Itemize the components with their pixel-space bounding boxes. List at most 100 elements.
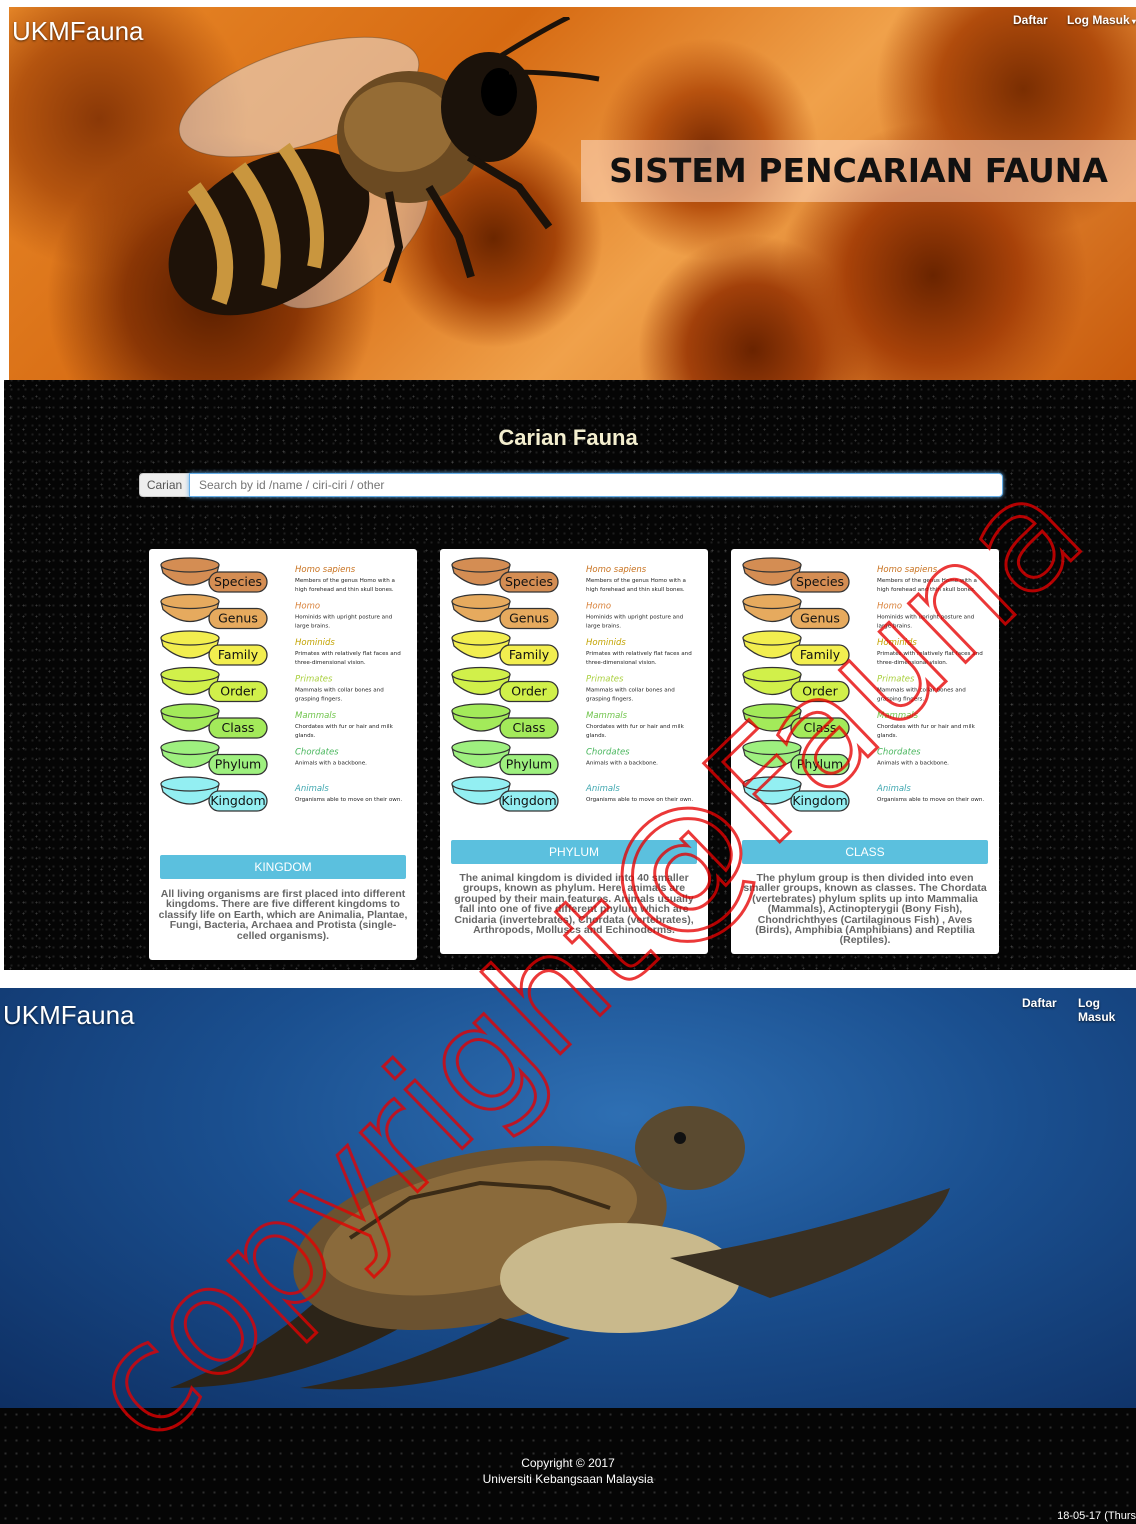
taxonomy-level-family: Family Hominids Primates with relatively f… xyxy=(451,630,692,666)
example-desc: grasping fingers. xyxy=(586,697,633,703)
level-label: Genus xyxy=(800,611,840,626)
example-name: Homo xyxy=(586,602,611,612)
example-desc: Chordates with fur or hair and milk xyxy=(586,724,685,730)
example-desc: Organisms able to move on their own. xyxy=(586,797,693,803)
example-desc: high forehead and thin skull bones. xyxy=(295,587,394,593)
example-desc: large brains. xyxy=(586,624,621,630)
taxonomy-diagram: Species Homo sapiens Members of the genus … xyxy=(160,557,402,812)
example-desc: high forehead and thin skull bones. xyxy=(877,587,976,593)
phylum-button[interactable]: PHYLUM xyxy=(451,840,697,864)
level-label: Genus xyxy=(218,611,258,626)
level-label: Order xyxy=(802,684,838,699)
funnel-rim xyxy=(742,776,802,792)
example-desc: Primates with relatively flat faces and xyxy=(295,651,401,657)
example-desc: Members of the genus Homo with a xyxy=(877,578,977,584)
taxonomy-level-species: Species Homo sapiens Members of the genus … xyxy=(742,557,977,593)
example-name: Hominids xyxy=(295,638,335,648)
example-desc: Primates with relatively flat faces and xyxy=(586,651,692,657)
card-description: All living organisms are first placed in… xyxy=(158,888,408,942)
search-group: Carian xyxy=(139,473,1003,497)
kingdom-button[interactable]: KINGDOM xyxy=(160,855,406,879)
example-desc: glands. xyxy=(295,733,316,739)
funnel-rim xyxy=(451,630,511,646)
taxonomy-level-phylum: Phylum Chordates Animals with a backbone. xyxy=(742,739,949,776)
example-desc: grasping fingers. xyxy=(877,697,924,703)
level-label: Kingdom xyxy=(210,793,265,808)
taxonomy-level-phylum: Phylum Chordates Animals with a backbone. xyxy=(160,739,367,776)
funnel-rim xyxy=(742,557,802,573)
example-name: Mammals xyxy=(586,711,628,721)
example-desc: Mammals with collar bones and xyxy=(877,688,966,694)
card-class: Species Homo sapiens Members of the genus … xyxy=(731,549,999,954)
example-desc: Hominids with upright posture and xyxy=(877,615,975,621)
taxonomy-level-class: Class Mammals Chordates with fur or hair a… xyxy=(160,703,394,739)
example-name: Chordates xyxy=(586,748,630,758)
example-name: Primates xyxy=(295,675,333,685)
example-name: Primates xyxy=(586,675,624,685)
example-desc: Hominids with upright posture and xyxy=(586,615,684,621)
example-desc: glands. xyxy=(586,733,607,739)
funnel-rim xyxy=(160,666,220,683)
example-desc: Hominids with upright posture and xyxy=(295,615,393,621)
level-label: Kingdom xyxy=(792,793,847,808)
funnel-rim xyxy=(451,557,511,573)
taxonomy-level-family: Family Hominids Primates with relatively f… xyxy=(742,630,983,666)
funnel-rim xyxy=(160,557,220,573)
funnel-rim xyxy=(160,739,220,756)
funnel-rim xyxy=(160,703,220,719)
example-name: Homo sapiens xyxy=(877,565,938,575)
level-label: Class xyxy=(222,720,255,735)
example-desc: high forehead and thin skull bones. xyxy=(586,587,685,593)
taxonomy-level-kingdom: Kingdom Animals Organisms able to move on … xyxy=(160,776,402,812)
level-label: Order xyxy=(511,684,547,699)
funnel-rim xyxy=(451,593,511,610)
caret-down-icon: ▾ xyxy=(1129,17,1136,26)
funnel-rim xyxy=(451,776,511,792)
funnel-rim xyxy=(451,739,511,756)
level-label: Family xyxy=(509,647,550,662)
class-button[interactable]: CLASS xyxy=(742,840,988,864)
example-name: Homo sapiens xyxy=(295,565,356,575)
taxonomy-level-genus: Genus Homo Hominids with upright posture a… xyxy=(742,593,975,630)
funnel-rim xyxy=(742,630,802,646)
example-desc: Chordates with fur or hair and milk xyxy=(877,724,976,730)
search-input[interactable] xyxy=(189,473,1003,497)
example-desc: Members of the genus Homo with a xyxy=(586,578,686,584)
level-label: Species xyxy=(214,574,262,589)
example-desc: Organisms able to move on their own. xyxy=(877,797,984,803)
card-description: The phylum group is then divided into ev… xyxy=(743,872,987,947)
example-desc: Mammals with collar bones and xyxy=(295,688,384,694)
example-name: Hominids xyxy=(586,638,626,648)
brand-logo[interactable]: UKMFauna xyxy=(12,16,144,47)
turtle-illustration xyxy=(170,1106,950,1390)
bee-illustration xyxy=(168,17,600,316)
card-kingdom: Species Homo sapiens Members of the genus … xyxy=(149,549,417,960)
example-desc: large brains. xyxy=(877,624,912,630)
example-desc: Animals with a backbone. xyxy=(877,761,949,767)
funnel-rim xyxy=(160,776,220,792)
taxonomy-level-family: Family Hominids Primates with relatively f… xyxy=(160,630,401,666)
nav-log-masuk-label: Log Masuk xyxy=(1067,13,1130,27)
brand-logo-2[interactable]: UKMFauna xyxy=(3,1000,135,1031)
level-label: Class xyxy=(804,720,837,735)
taxonomy-level-species: Species Homo sapiens Members of the genus … xyxy=(451,557,686,593)
level-label: Order xyxy=(220,684,256,699)
taxonomy-level-genus: Genus Homo Hominids with upright posture a… xyxy=(160,593,393,630)
example-name: Primates xyxy=(877,675,915,685)
search-section-title: Carian Fauna xyxy=(498,425,638,450)
example-name: Mammals xyxy=(877,711,919,721)
footer-copyright: Copyright © 2017 xyxy=(521,1456,615,1470)
example-desc: three-dimensional vision. xyxy=(295,660,366,666)
level-label: Family xyxy=(218,647,259,662)
example-desc: Primates with relatively flat faces and xyxy=(877,651,983,657)
example-desc: Organisms able to move on their own. xyxy=(295,797,402,803)
level-label: Species xyxy=(796,574,844,589)
example-desc: three-dimensional vision. xyxy=(586,660,657,666)
nav-daftar[interactable]: Daftar xyxy=(1013,13,1048,27)
nav-daftar-2[interactable]: Daftar xyxy=(1022,996,1057,1010)
example-desc: Animals with a backbone. xyxy=(295,761,367,767)
nav-log-masuk-2[interactable]: Log Masuk xyxy=(1078,996,1136,1024)
taxonomy-level-order: Order Primates Mammals with collar bones a… xyxy=(742,666,966,703)
funnel-rim xyxy=(160,630,220,646)
nav-log-masuk[interactable]: Log Masuk ▾ xyxy=(1067,13,1136,27)
